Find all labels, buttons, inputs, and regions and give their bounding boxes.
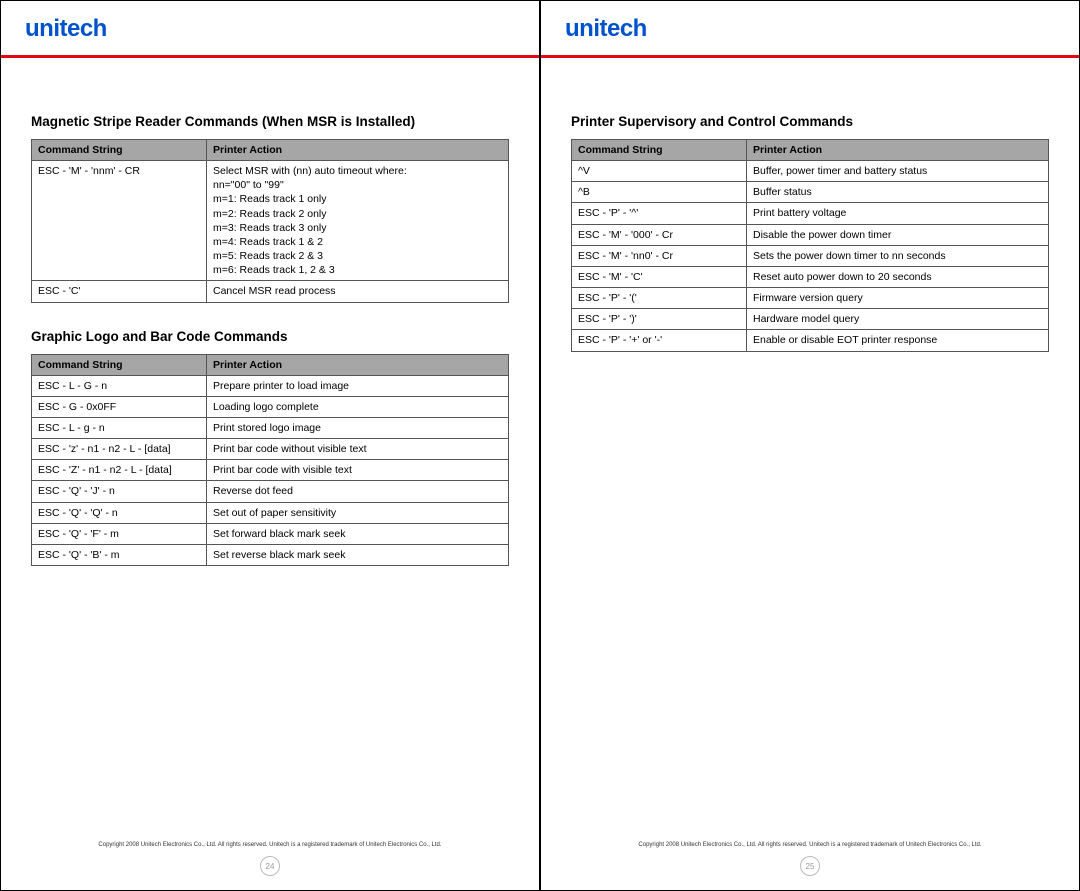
table-row: ESC - 'C' Cancel MSR read process xyxy=(32,281,509,302)
cell-cmd: ESC - 'P' - '(' xyxy=(572,288,747,309)
cell-cmd: ^V xyxy=(572,161,747,182)
table-row: ESC - L - g - nPrint stored logo image xyxy=(32,417,509,438)
cell-act: Reset auto power down to 20 seconds xyxy=(747,266,1049,287)
copyright-text: Copyright 2008 Unitech Electronics Co., … xyxy=(541,842,1079,848)
table-row: ESC - 'M' - '000' - CrDisable the power … xyxy=(572,224,1049,245)
cell-cmd: ESC - 'C' xyxy=(32,281,207,302)
table-row: ^VBuffer, power timer and battery status xyxy=(572,161,1049,182)
page-content: Magnetic Stripe Reader Commands (When MS… xyxy=(1,58,539,890)
cell-cmd: ESC - 'M' - '000' - Cr xyxy=(572,224,747,245)
cell-act: Print stored logo image xyxy=(207,417,509,438)
table-row: ESC - 'M' - 'nn0' - CrSets the power dow… xyxy=(572,245,1049,266)
table-row: ESC - 'P' - '+' or '-'Enable or disable … xyxy=(572,330,1049,351)
page-left: unitech Magnetic Stripe Reader Commands … xyxy=(0,0,540,891)
page-footer: Copyright 2008 Unitech Electronics Co., … xyxy=(541,842,1079,876)
table-row: ESC - 'M' - 'nnm' - CR Select MSR with (… xyxy=(32,161,509,281)
cell-act: Prepare printer to load image xyxy=(207,375,509,396)
table-row: ESC - G - 0x0FFLoading logo complete xyxy=(32,396,509,417)
cell-act: Cancel MSR read process xyxy=(207,281,509,302)
table-row: ^BBuffer status xyxy=(572,182,1049,203)
section-title-graphic: Graphic Logo and Bar Code Commands xyxy=(31,329,509,344)
cell-cmd: ESC - 'z' - n1 - n2 - L - [data] xyxy=(32,439,207,460)
section-title-supervisory: Printer Supervisory and Control Commands xyxy=(571,114,1049,129)
table-row: ESC - 'P' - '('Firmware version query xyxy=(572,288,1049,309)
table-row: ESC - 'Q' - 'Q' - nSet out of paper sens… xyxy=(32,502,509,523)
cell-act: Disable the power down timer xyxy=(747,224,1049,245)
table-row: ESC - 'P' - ')'Hardware model query xyxy=(572,309,1049,330)
cell-act: Sets the power down timer to nn seconds xyxy=(747,245,1049,266)
cell-cmd: ESC - 'M' - 'C' xyxy=(572,266,747,287)
cell-act: Select MSR with (nn) auto timeout where:… xyxy=(207,161,509,281)
table-supervisory: Command String Printer Action ^VBuffer, … xyxy=(571,139,1049,352)
table-row: ESC - 'Q' - 'F' - mSet forward black mar… xyxy=(32,523,509,544)
cell-act: Buffer, power timer and battery status xyxy=(747,161,1049,182)
page-right: unitech Printer Supervisory and Control … xyxy=(540,0,1080,891)
page-header: unitech xyxy=(541,1,1079,49)
page-number: 25 xyxy=(800,856,820,876)
cell-cmd: ESC - 'P' - ')' xyxy=(572,309,747,330)
cell-cmd: ESC - 'Z' - n1 - n2 - L - [data] xyxy=(32,460,207,481)
col-header-act: Printer Action xyxy=(207,140,509,161)
cell-cmd: ESC - 'P' - '^' xyxy=(572,203,747,224)
copyright-text: Copyright 2008 Unitech Electronics Co., … xyxy=(1,842,539,848)
col-header-cmd: Command String xyxy=(32,354,207,375)
col-header-cmd: Command String xyxy=(572,140,747,161)
cell-cmd: ESC - 'Q' - 'F' - m xyxy=(32,523,207,544)
cell-cmd: ESC - 'Q' - 'Q' - n xyxy=(32,502,207,523)
cell-cmd: ESC - L - G - n xyxy=(32,375,207,396)
cell-act: Print bar code without visible text xyxy=(207,439,509,460)
cell-act: Loading logo complete xyxy=(207,396,509,417)
col-header-cmd: Command String xyxy=(32,140,207,161)
cell-act: Firmware version query xyxy=(747,288,1049,309)
col-header-act: Printer Action xyxy=(747,140,1049,161)
cell-act: Buffer status xyxy=(747,182,1049,203)
table-row: ESC - 'M' - 'C'Reset auto power down to … xyxy=(572,266,1049,287)
cell-cmd: ESC - 'Q' - 'B' - m xyxy=(32,544,207,565)
page-content: Printer Supervisory and Control Commands… xyxy=(541,58,1079,890)
cell-cmd: ESC - L - g - n xyxy=(32,417,207,438)
brand-logo: unitech xyxy=(565,15,1055,43)
table-row: ESC - L - G - nPrepare printer to load i… xyxy=(32,375,509,396)
section-title-msr: Magnetic Stripe Reader Commands (When MS… xyxy=(31,114,509,129)
table-row: ESC - 'Q' - 'B' - mSet reverse black mar… xyxy=(32,544,509,565)
cell-cmd: ESC - 'M' - 'nn0' - Cr xyxy=(572,245,747,266)
cell-act: Print battery voltage xyxy=(747,203,1049,224)
col-header-act: Printer Action xyxy=(207,354,509,375)
cell-act: Set reverse black mark seek xyxy=(207,544,509,565)
page-number: 24 xyxy=(260,856,280,876)
cell-cmd: ESC - 'M' - 'nnm' - CR xyxy=(32,161,207,281)
table-row: ESC - 'Z' - n1 - n2 - L - [data]Print ba… xyxy=(32,460,509,481)
cell-cmd: ^B xyxy=(572,182,747,203)
table-row: ESC - 'z' - n1 - n2 - L - [data]Print ba… xyxy=(32,439,509,460)
table-row: ESC - 'P' - '^'Print battery voltage xyxy=(572,203,1049,224)
cell-cmd: ESC - 'P' - '+' or '-' xyxy=(572,330,747,351)
cell-cmd: ESC - 'Q' - 'J' - n xyxy=(32,481,207,502)
cell-act: Set forward black mark seek xyxy=(207,523,509,544)
table-graphic: Command String Printer Action ESC - L - … xyxy=(31,354,509,567)
table-msr: Command String Printer Action ESC - 'M' … xyxy=(31,139,509,303)
page-header: unitech xyxy=(1,1,539,49)
brand-logo: unitech xyxy=(25,15,515,43)
cell-cmd: ESC - G - 0x0FF xyxy=(32,396,207,417)
table-row: ESC - 'Q' - 'J' - nReverse dot feed xyxy=(32,481,509,502)
page-footer: Copyright 2008 Unitech Electronics Co., … xyxy=(1,842,539,876)
cell-act: Print bar code with visible text xyxy=(207,460,509,481)
cell-act: Reverse dot feed xyxy=(207,481,509,502)
cell-act: Hardware model query xyxy=(747,309,1049,330)
cell-act: Set out of paper sensitivity xyxy=(207,502,509,523)
cell-act: Enable or disable EOT printer response xyxy=(747,330,1049,351)
